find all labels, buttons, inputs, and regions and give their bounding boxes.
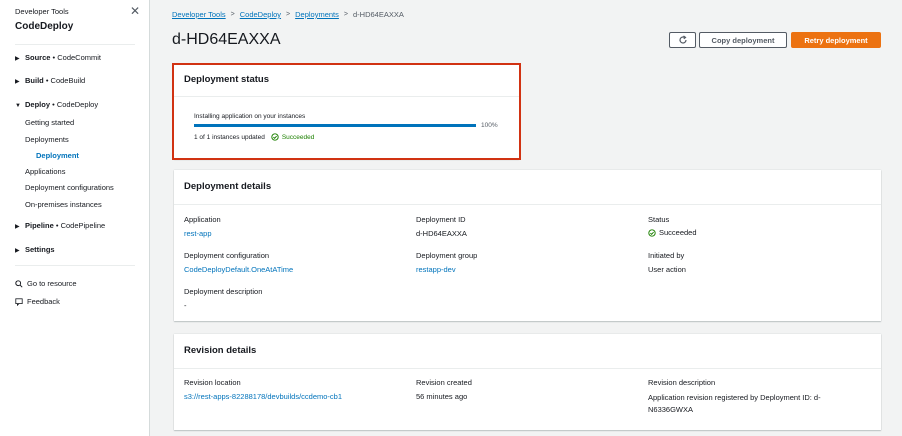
initiated-by-value: User action — [648, 265, 686, 274]
sidebar-item-getting-started[interactable]: Getting started — [25, 118, 74, 127]
deployment-details-panel: Deployment details Application rest-app … — [174, 170, 881, 321]
close-icon[interactable]: ✕ — [130, 4, 140, 18]
revision-created-value: 56 minutes ago — [416, 392, 468, 401]
caret-right-icon: ▶ — [15, 79, 20, 85]
revision-details-panel: Revision details Revision location s3://… — [174, 334, 881, 430]
deployment-details-title: Deployment details — [184, 181, 272, 192]
highlight-box — [172, 63, 521, 160]
service-group-label: Developer Tools — [15, 7, 69, 16]
breadcrumb-codedeploy[interactable]: CodeDeploy — [240, 10, 281, 19]
deployment-id-label: Deployment ID — [416, 215, 466, 224]
feedback-icon — [15, 297, 23, 306]
deployment-group-link[interactable]: restapp-dev — [416, 265, 456, 274]
caret-right-icon: ▶ — [15, 224, 20, 230]
refresh-icon — [678, 35, 687, 44]
sidebar-item-on-premises-instances[interactable]: On-premises instances — [25, 200, 102, 209]
feedback-link[interactable]: Feedback — [15, 297, 60, 306]
breadcrumb: Developer Tools > CodeDeploy > Deploymen… — [172, 10, 404, 19]
caret-down-icon: ▼ — [15, 103, 21, 109]
go-to-resource-link[interactable]: Go to resource — [15, 279, 77, 288]
sidebar-item-source[interactable]: ▶ Source • CodeCommit — [15, 53, 101, 62]
chevron-right-icon: > — [286, 11, 291, 18]
sidebar-item-settings[interactable]: ▶ Settings — [15, 245, 55, 254]
divider — [174, 204, 881, 205]
application-label: Application — [184, 215, 221, 224]
deployment-id-value: d-HD64EAXXA — [416, 229, 467, 238]
revision-description-line: N6336GWXA — [648, 405, 694, 414]
status-text: Succeeded — [659, 228, 697, 237]
sidebar-item-applications[interactable]: Applications — [25, 167, 65, 176]
feedback-label: Feedback — [27, 297, 60, 306]
search-icon — [15, 279, 23, 288]
divider — [15, 44, 135, 45]
revision-description-label: Revision description — [648, 378, 716, 387]
check-circle-icon — [648, 228, 656, 237]
retry-deployment-button[interactable]: Retry deployment — [791, 32, 881, 48]
divider — [15, 265, 135, 266]
deployment-configuration-link[interactable]: CodeDeployDefault.OneAtATime — [184, 265, 293, 274]
page-title: d-HD64EAXXA — [172, 31, 281, 48]
chevron-right-icon: > — [343, 11, 348, 18]
revision-description-value: Application revision registered by Deplo… — [648, 392, 821, 416]
sidebar-header: Developer Tools CodeDeploy — [15, 7, 73, 32]
initiated-by-label: Initiated by — [648, 251, 685, 260]
breadcrumb-current: d-HD64EAXXA — [353, 10, 404, 19]
application-link[interactable]: rest-app — [184, 229, 212, 238]
refresh-button[interactable] — [669, 32, 696, 48]
breadcrumb-developer-tools[interactable]: Developer Tools — [172, 10, 226, 19]
sidebar-item-pipeline[interactable]: ▶ Pipeline • CodePipeline — [15, 221, 105, 230]
sidebar-item-deployment-configurations[interactable]: Deployment configurations — [25, 183, 114, 192]
side-navigation: Developer Tools CodeDeploy ✕ ▶ Source • C… — [0, 0, 150, 436]
status-label: Status — [648, 215, 670, 224]
copy-deployment-button[interactable]: Copy deployment — [699, 32, 787, 48]
revision-details-title: Revision details — [184, 345, 257, 356]
divider — [174, 368, 881, 369]
sidebar-item-deploy[interactable]: ▼ Deploy • CodeDeploy — [15, 100, 98, 109]
caret-right-icon: ▶ — [15, 248, 20, 254]
caret-right-icon: ▶ — [15, 56, 20, 62]
deployment-configuration-label: Deployment configuration — [184, 251, 270, 260]
chevron-right-icon: > — [230, 11, 235, 18]
deployment-group-label: Deployment group — [416, 251, 478, 260]
revision-created-label: Revision created — [416, 378, 472, 387]
status-value: Succeeded — [648, 228, 697, 237]
breadcrumb-deployments[interactable]: Deployments — [295, 10, 339, 19]
deployment-description-value: - — [184, 301, 187, 310]
sidebar-item-build[interactable]: ▶ Build • CodeBuild — [15, 76, 85, 85]
service-name[interactable]: CodeDeploy — [15, 21, 73, 32]
sidebar-item-deployment[interactable]: Deployment — [36, 151, 79, 160]
revision-location-label: Revision location — [184, 378, 241, 387]
go-to-resource-label: Go to resource — [27, 279, 77, 288]
revision-description-line: Application revision registered by Deplo… — [648, 393, 821, 402]
sidebar-item-deployments[interactable]: Deployments — [25, 135, 69, 144]
revision-location-link[interactable]: s3://rest-apps-82288178/devbuilds/ccdemo… — [184, 392, 342, 401]
deployment-description-label: Deployment description — [184, 287, 263, 296]
